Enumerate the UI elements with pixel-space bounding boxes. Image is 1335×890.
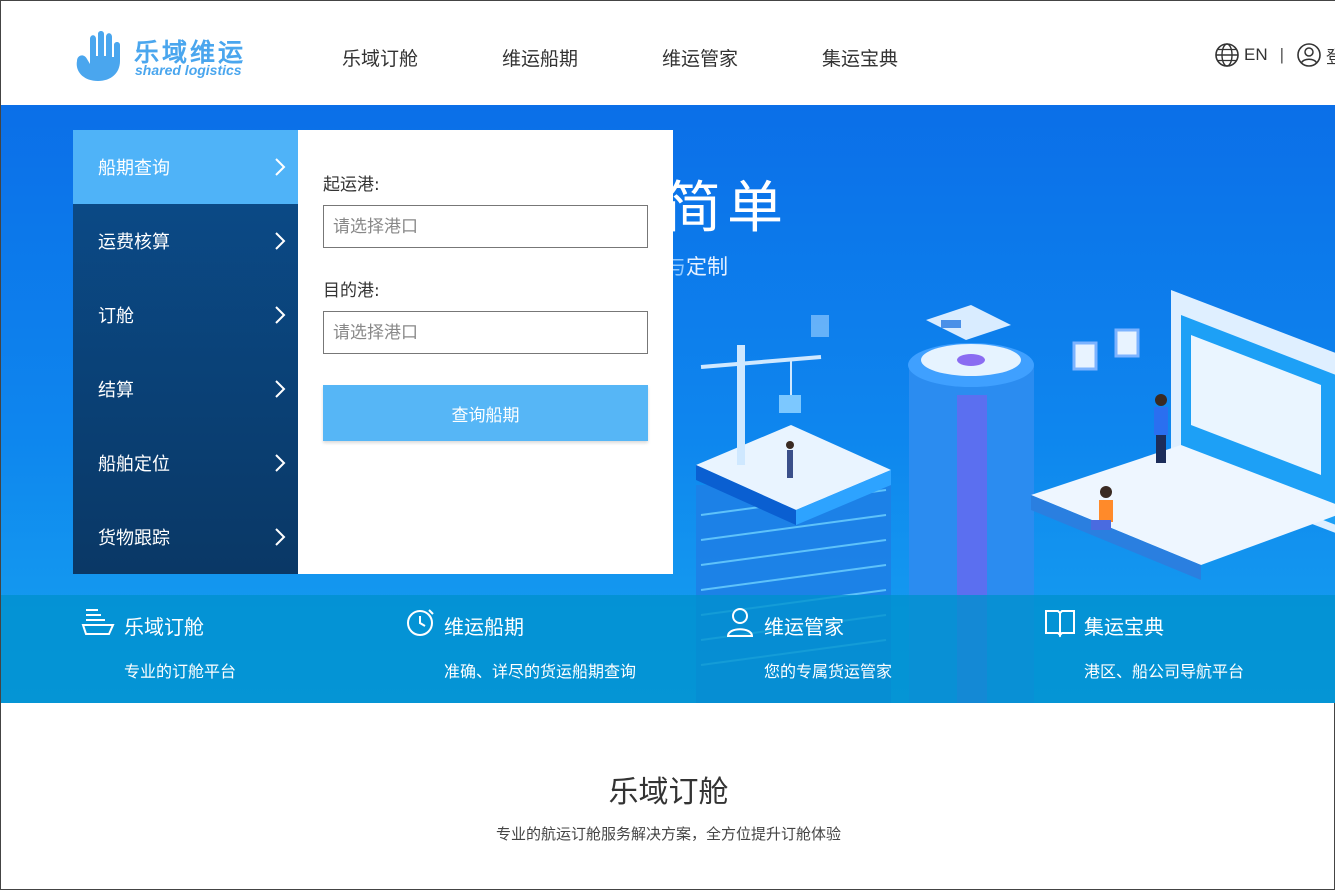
feature-title: 维运管家 xyxy=(764,615,844,639)
book-icon xyxy=(1045,610,1075,638)
service-menu: 船期查询 运费核算 订舱 结算 船舶定位 货物跟踪 xyxy=(73,130,298,574)
section-subtitle: 专业的航运订舱服务解决方案，全方位提升订舱体验 xyxy=(495,825,841,843)
chevron-right-icon xyxy=(275,306,286,324)
feature-title: 集运宝典 xyxy=(1084,615,1164,639)
language-switch[interactable]: EN xyxy=(1244,45,1268,65)
clock-icon xyxy=(407,609,434,636)
nav-item-booking[interactable]: 乐域订舱 xyxy=(342,44,418,71)
menu-item-vessel-location[interactable]: 船舶定位 xyxy=(73,426,298,500)
divider: | xyxy=(1279,45,1285,64)
feature-strip: 乐域订舱 专业的订舱平台 维运船期 准确、详尽的货运船期查询 维运管家 您的专属… xyxy=(1,595,1335,703)
logo-subtitle: shared logistics xyxy=(135,62,242,78)
menu-item-freight-calc[interactable]: 运费核算 xyxy=(73,204,298,278)
origin-port-input[interactable] xyxy=(323,205,648,248)
schedule-search-panel: 起运港: 目的港: 查询船期 xyxy=(298,130,673,574)
nav-item-schedule[interactable]: 维运船期 xyxy=(502,44,578,71)
query-schedule-button[interactable]: 查询船期 xyxy=(323,385,648,441)
user-icon[interactable] xyxy=(1296,42,1322,68)
feature-desc: 专业的订舱平台 xyxy=(124,662,237,681)
feature-title: 乐域订舱 xyxy=(124,615,204,639)
feature-schedule[interactable]: 维运船期 准确、详尽的货运船期查询 xyxy=(401,595,721,703)
section-title: 乐域订舱 xyxy=(608,775,729,810)
header-actions: EN | 登 xyxy=(1214,41,1335,69)
menu-item-booking[interactable]: 订舱 xyxy=(73,278,298,352)
feature-steward[interactable]: 维运管家 您的专属货运管家 xyxy=(721,595,1041,703)
chevron-right-icon xyxy=(275,454,286,472)
menu-item-label: 船期查询 xyxy=(98,158,170,179)
globe-icon[interactable] xyxy=(1214,42,1240,68)
menu-item-label: 运费核算 xyxy=(98,232,170,253)
chevron-right-icon xyxy=(275,158,286,176)
user-icon xyxy=(726,608,754,637)
feature-guide[interactable]: 集运宝典 港区、船公司导航平台 xyxy=(1041,595,1335,703)
menu-item-schedule-query[interactable]: 船期查询 xyxy=(73,130,298,204)
feature-desc: 准确、详尽的货运船期查询 xyxy=(444,662,637,681)
menu-item-label: 结算 xyxy=(98,380,134,401)
feature-desc: 您的专属货运管家 xyxy=(764,662,893,681)
ship-icon xyxy=(81,609,115,635)
menu-item-label: 货物跟踪 xyxy=(98,528,170,549)
hand-logo-icon xyxy=(76,31,120,81)
menu-item-cargo-tracking[interactable]: 货物跟踪 xyxy=(73,500,298,574)
nav-item-steward[interactable]: 维运管家 xyxy=(662,44,738,71)
chevron-right-icon xyxy=(275,380,286,398)
destination-port-input[interactable] xyxy=(323,311,648,354)
menu-item-label: 订舱 xyxy=(98,306,134,327)
chevron-right-icon xyxy=(275,528,286,546)
feature-title: 维运船期 xyxy=(444,615,524,639)
hero-title: 简单 xyxy=(665,176,789,241)
login-link[interactable]: 登 xyxy=(1326,43,1335,68)
destination-label: 目的港: xyxy=(323,281,380,301)
origin-label: 起运港: xyxy=(323,175,380,195)
nav-item-guide[interactable]: 集运宝典 xyxy=(822,44,898,71)
site-header: 乐域维运 shared logistics 乐域订舱 维运船期 维运管家 集运宝… xyxy=(1,1,1335,105)
feature-desc: 港区、船公司导航平台 xyxy=(1084,662,1245,681)
chevron-right-icon xyxy=(275,232,286,250)
logo[interactable]: 乐域维运 shared logistics xyxy=(71,31,261,83)
menu-item-label: 船舶定位 xyxy=(98,454,170,475)
menu-item-settlement[interactable]: 结算 xyxy=(73,352,298,426)
feature-booking[interactable]: 乐域订舱 专业的订舱平台 xyxy=(81,595,401,703)
